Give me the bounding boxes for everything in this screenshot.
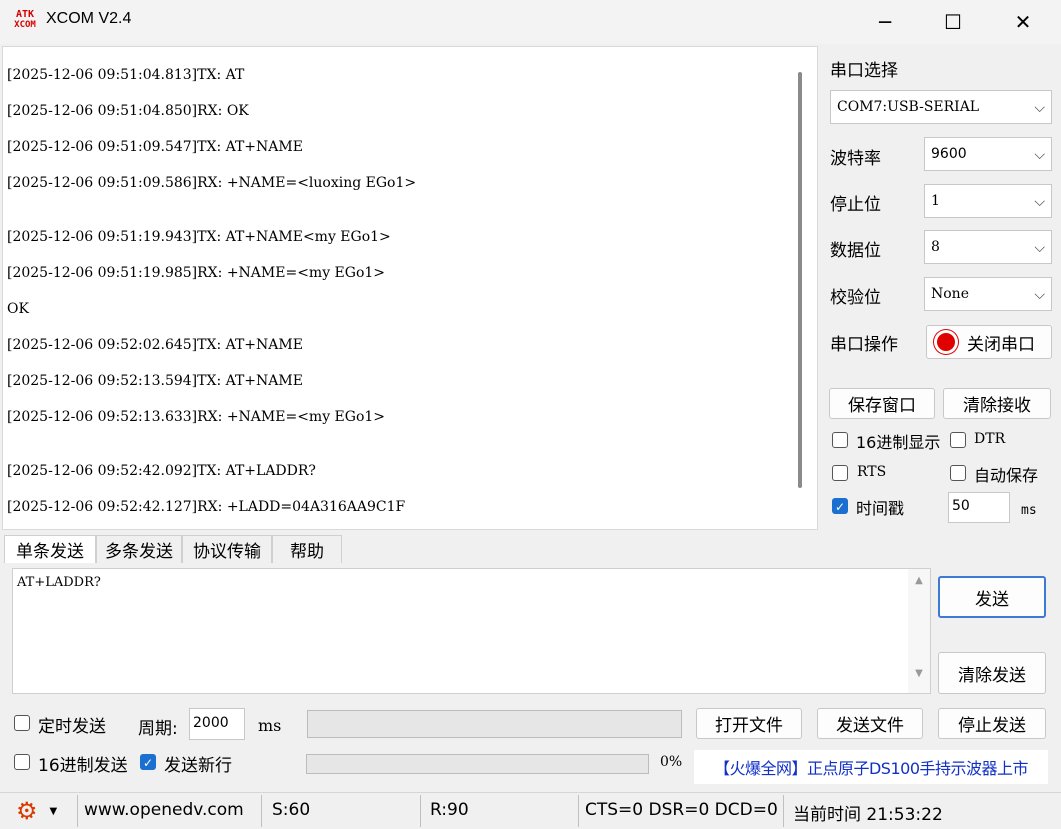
newline-checkbox[interactable]: ✓ xyxy=(140,754,156,770)
close-port-button[interactable]: 关闭串口 xyxy=(926,325,1052,359)
data-bits-label: 数据位 xyxy=(830,241,881,261)
log-line: [2025-12-06 09:52:13.633]RX: +NAME=<my E… xyxy=(7,409,386,425)
baud-value: 9600 xyxy=(931,146,967,162)
progress-percent: 0% xyxy=(660,754,683,770)
sent-count: S:60 xyxy=(272,800,311,820)
stop-send-button[interactable]: 停止发送 xyxy=(938,708,1046,739)
baud-select[interactable]: 9600 ⌵ xyxy=(924,137,1052,171)
stop-bits-value: 1 xyxy=(931,193,940,209)
log-line: [2025-12-06 09:51:09.586]RX: +NAME=<luox… xyxy=(7,175,417,191)
settings-menu-button[interactable]: ⚙ ▼ xyxy=(16,798,68,824)
dtr-checkbox[interactable] xyxy=(950,432,966,448)
status-separator xyxy=(578,795,579,827)
hex-send-label: 16进制发送 xyxy=(38,756,128,776)
port-select[interactable]: COM7:USB-SERIAL ⌵ xyxy=(830,90,1052,124)
log-line: OK xyxy=(7,301,29,317)
log-line: [2025-12-06 09:51:04.850]RX: OK xyxy=(7,103,249,119)
open-file-button[interactable]: 打开文件 xyxy=(696,708,802,739)
port-value: COM7:USB-SERIAL xyxy=(837,99,980,115)
send-button[interactable]: 发送 xyxy=(938,576,1046,618)
send-text-content: AT+LADDR? xyxy=(17,575,101,590)
clear-receive-button[interactable]: 清除接收 xyxy=(943,388,1051,419)
tab-protocol[interactable]: 协议传输 xyxy=(182,535,272,563)
port-label: 串口选择 xyxy=(830,61,898,81)
website-link[interactable]: www.openedv.com xyxy=(84,800,244,820)
chevron-down-icon: ⌵ xyxy=(1034,240,1045,256)
hex-send-checkbox[interactable] xyxy=(14,754,30,770)
port-status-icon xyxy=(937,333,955,351)
dropdown-arrow-icon: ▼ xyxy=(49,805,58,817)
log-line: [2025-12-06 09:52:02.645]TX: AT+NAME xyxy=(7,337,303,353)
logo-bottom-text: XCOM xyxy=(14,20,36,30)
hex-display-label: 16进制显示 xyxy=(856,433,941,452)
chevron-down-icon: ⌵ xyxy=(1034,194,1045,210)
scroll-down-icon[interactable]: ▼ xyxy=(908,668,930,679)
stop-bits-select[interactable]: 1 ⌵ xyxy=(924,184,1052,218)
save-window-button[interactable]: 保存窗口 xyxy=(829,388,935,419)
timed-send-label: 定时发送 xyxy=(38,717,106,737)
send-scrollbar[interactable]: ▲ ▼ xyxy=(908,569,930,693)
log-line: [2025-12-06 09:51:19.985]RX: +NAME=<my E… xyxy=(7,265,386,281)
parity-select[interactable]: None ⌵ xyxy=(924,277,1052,311)
timestamp-unit-label: ms xyxy=(1021,503,1037,518)
rts-label: RTS xyxy=(857,464,887,480)
log-line: [2025-12-06 09:52:42.127]RX: +LADD=04A31… xyxy=(7,499,406,515)
gear-icon: ⚙ xyxy=(16,797,38,825)
send-progress-bar xyxy=(306,754,649,774)
clear-send-button[interactable]: 清除发送 xyxy=(938,652,1046,694)
tab-single-send[interactable]: 单条发送 xyxy=(4,535,96,563)
close-button[interactable]: ✕ xyxy=(1000,0,1046,44)
period-label: 周期: xyxy=(138,719,178,739)
send-file-button[interactable]: 发送文件 xyxy=(817,708,923,739)
timed-send-checkbox[interactable] xyxy=(14,715,30,731)
timestamp-interval-input[interactable]: 50 xyxy=(948,492,1010,523)
chevron-down-icon: ⌵ xyxy=(1034,100,1045,116)
send-text-area[interactable]: AT+LADDR? ▲ ▼ xyxy=(12,568,931,694)
log-line: [2025-12-06 09:51:04.813]TX: AT xyxy=(7,67,245,83)
status-separator xyxy=(77,795,78,827)
tab-multi-send[interactable]: 多条发送 xyxy=(96,535,182,563)
log-line: [2025-12-06 09:51:09.547]TX: AT+NAME xyxy=(7,139,303,155)
baud-label: 波特率 xyxy=(830,149,881,169)
scroll-up-icon[interactable]: ▲ xyxy=(908,575,930,586)
stop-bits-label: 停止位 xyxy=(830,195,881,215)
timestamp-checkbox[interactable]: ✓ xyxy=(832,498,848,514)
log-line: [2025-12-06 09:52:13.594]TX: AT+NAME xyxy=(7,373,303,389)
received-count: R:90 xyxy=(430,800,469,820)
period-unit-label: ms xyxy=(258,716,282,735)
dtr-label: DTR xyxy=(974,431,1006,447)
status-separator xyxy=(261,795,262,827)
chevron-down-icon: ⌵ xyxy=(1034,287,1045,303)
port-operation-label: 串口操作 xyxy=(830,335,898,355)
auto-save-checkbox[interactable] xyxy=(950,465,966,481)
parity-value: None xyxy=(931,286,969,302)
tab-help[interactable]: 帮助 xyxy=(272,535,342,563)
minimize-button[interactable]: ─ xyxy=(862,0,908,44)
logo-top-text: ATK xyxy=(15,9,35,20)
newline-label: 发送新行 xyxy=(164,756,232,776)
timestamp-label: 时间戳 xyxy=(856,499,905,518)
period-input[interactable]: 2000 xyxy=(189,708,245,740)
close-port-label: 关闭串口 xyxy=(967,334,1035,355)
receive-scrollbar[interactable] xyxy=(798,72,802,488)
log-line: [2025-12-06 09:52:42.092]TX: AT+LADDR? xyxy=(7,463,316,479)
auto-save-label: 自动保存 xyxy=(974,466,1039,485)
data-bits-select[interactable]: 8 ⌵ xyxy=(924,230,1052,264)
window-title: XCOM V2.4 xyxy=(46,10,132,27)
app-logo: ATK XCOM xyxy=(12,9,38,33)
chevron-down-icon: ⌵ xyxy=(1034,147,1045,163)
status-separator xyxy=(420,795,421,827)
rts-checkbox[interactable] xyxy=(832,465,848,481)
maximize-button[interactable]: ☐ xyxy=(930,0,976,44)
status-separator xyxy=(783,795,784,827)
current-time: 当前时间 21:53:22 xyxy=(793,805,943,825)
log-line: [2025-12-06 09:51:19.943]TX: AT+NAME<my … xyxy=(7,229,391,245)
modem-signals: CTS=0 DSR=0 DCD=0 xyxy=(585,800,778,820)
file-path-field xyxy=(307,710,682,738)
data-bits-value: 8 xyxy=(931,239,940,255)
hex-display-checkbox[interactable] xyxy=(832,432,848,448)
receive-log-panel[interactable]: [2025-12-06 09:51:04.813]TX: AT [2025-12… xyxy=(2,46,818,530)
parity-label: 校验位 xyxy=(830,288,881,308)
ad-link[interactable]: 【火爆全网】正点原子DS100手持示波器上市 xyxy=(694,750,1048,784)
